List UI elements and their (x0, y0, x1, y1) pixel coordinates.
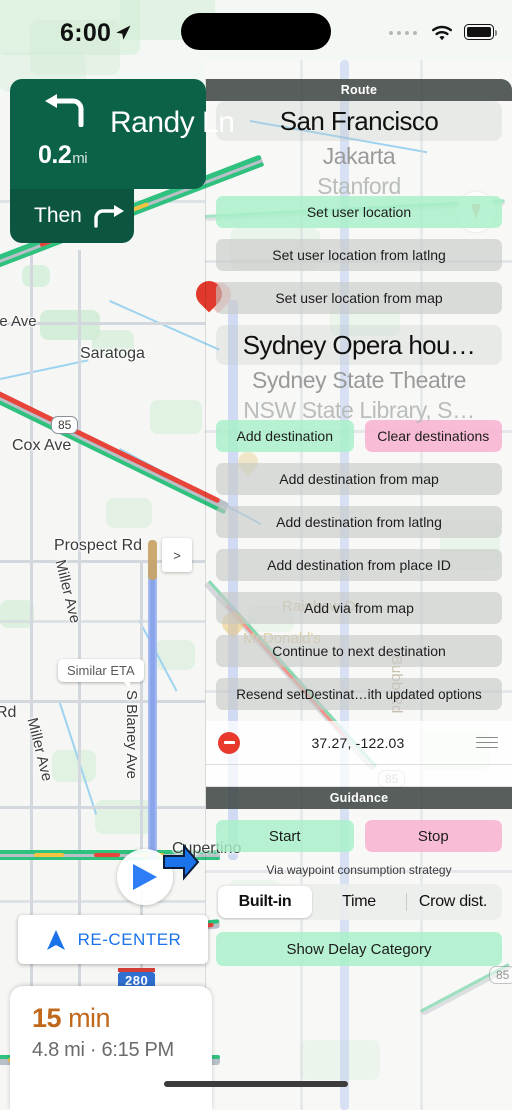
navigation-distance-value: 0.2 (38, 141, 72, 169)
similar-eta-callout: Similar ETA (58, 659, 144, 688)
destination-action-row: Add destination Clear destinations (216, 420, 502, 452)
user-location-picker[interactable]: San Francisco Jakarta Stanford (206, 101, 512, 199)
navigation-arrow-icon (46, 929, 65, 950)
waypoint-list-spacer (206, 765, 512, 787)
re-center-button[interactable]: RE-CENTER (18, 915, 208, 964)
eta-detail: 4.8 mi · 6:15 PM (32, 1039, 174, 1061)
navigation-then-label: Then (34, 204, 82, 227)
strategy-label: Via waypoint consumption strategy (266, 863, 452, 877)
navigation-banner-primary[interactable]: 0.2mi Randy Ln (10, 79, 235, 189)
add-via-from-map-button[interactable]: Add via from map (216, 592, 502, 624)
minus-circle-icon[interactable] (218, 731, 240, 754)
guidance-action-row: Start Stop (216, 820, 502, 852)
re-center-label: RE-CENTER (77, 929, 182, 949)
show-delay-category-button[interactable]: Show Delay Category (216, 932, 502, 966)
strategy-option-crow-dist[interactable]: Crow dist. (406, 886, 500, 918)
clear-destinations-button[interactable]: Clear destinations (364, 420, 502, 452)
route-alternative-chevron-button[interactable]: > (162, 538, 192, 572)
navigation-street-name: Randy Ln (110, 106, 235, 139)
set-user-location-from-latlng-button[interactable]: Set user location from latlng (216, 239, 502, 271)
drag-handle-icon[interactable] (476, 733, 498, 752)
navigation-distance-unit: mi (72, 150, 88, 167)
user-location-picker-selected[interactable]: San Francisco (216, 101, 502, 141)
navigation-banner[interactable]: 0.2mi Randy Ln Then (10, 79, 235, 243)
stop-guidance-button[interactable]: Stop (364, 820, 502, 852)
add-destination-from-map-button[interactable]: Add destination from map (216, 463, 502, 495)
user-location-picker-option-after[interactable]: Stanford (206, 172, 512, 200)
resend-set-destination-button[interactable]: Resend setDestinat…ith updated options (216, 678, 502, 710)
add-destination-button[interactable]: Add destination (216, 420, 354, 452)
turn-right-arrow-icon (94, 205, 124, 228)
route-section-header: Route (206, 79, 512, 101)
route-shield-85: 85 (51, 416, 79, 434)
map-label-prospect-rd: Prospect Rd (54, 537, 143, 554)
turn-left-arrow-icon (45, 94, 84, 127)
destination-picker-option-next[interactable]: Sydney State Theatre (206, 365, 512, 396)
debug-control-panel: Route San Francisco Jakarta Stanford Set… (205, 79, 512, 1110)
map-label-s-blaney-ave: S Blaney Ave (123, 690, 140, 779)
phone-screen: le Ave Fruitv Saratoga Cox Ave Prospect … (0, 0, 512, 1110)
strategy-option-built-in[interactable]: Built-in (218, 886, 312, 918)
navigation-distance: 0.2mi (38, 141, 88, 170)
destination-picker-selected[interactable]: Sydney Opera hou… (216, 325, 502, 365)
waypoint-coordinates: 37.27, -122.03 (311, 734, 405, 751)
navigation-banner-then[interactable]: Then (10, 189, 134, 243)
start-guidance-button[interactable]: Start (216, 820, 354, 852)
eta-duration: 15 min (32, 1003, 212, 1034)
map-label-cox-ave: Cox Ave (12, 437, 72, 454)
eta-card[interactable]: 15 min 4.8 mi · 6:15 PM (10, 986, 212, 1110)
map-label-le-ave: le Ave (0, 313, 37, 330)
set-user-location-from-map-button[interactable]: Set user location from map (216, 282, 502, 314)
add-destination-from-latlng-button[interactable]: Add destination from latlng (216, 506, 502, 538)
user-location-picker-option-next[interactable]: Jakarta (206, 141, 512, 172)
table-row[interactable]: 37.27, -122.03 (206, 721, 512, 765)
continue-to-next-destination-button[interactable]: Continue to next destination (216, 635, 502, 667)
strategy-option-time[interactable]: Time (312, 886, 406, 918)
add-destination-from-place-id-button[interactable]: Add destination from place ID (216, 549, 502, 581)
waypoint-strategy-segmented-control[interactable]: Built-in Time Crow dist. (216, 884, 502, 920)
guidance-section-header: Guidance (206, 787, 512, 809)
destination-picker-option-after[interactable]: NSW State Library, S… (206, 396, 512, 424)
destination-picker[interactable]: Sydney Opera hou… Sydney State Theatre N… (206, 325, 512, 423)
home-indicator (164, 1081, 348, 1087)
route-arrow-head-icon (163, 843, 200, 881)
map-label-rd: Rd (0, 704, 17, 721)
eta-duration-value: 15 (32, 1003, 62, 1033)
set-user-location-button[interactable]: Set user location (216, 196, 502, 228)
map-label-saratoga: Saratoga (80, 345, 145, 362)
eta-duration-unit: min (68, 1003, 111, 1033)
